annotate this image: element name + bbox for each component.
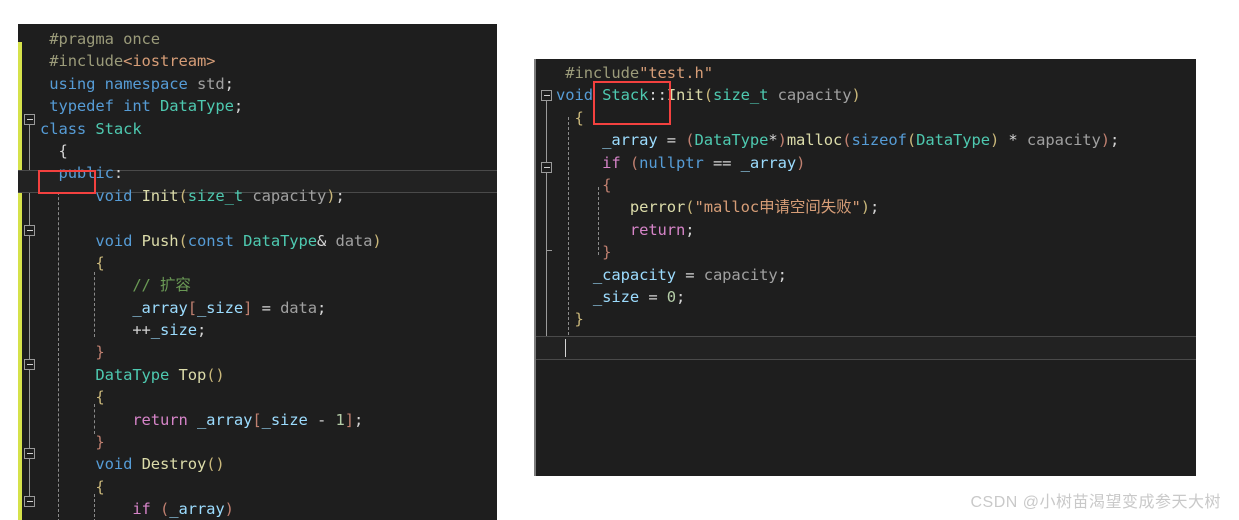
right-code-area[interactable]: #include"test.h" void Stack::Init(size_t… xyxy=(536,59,1196,476)
code-line: } xyxy=(40,343,105,362)
code-line: { xyxy=(556,108,584,127)
code-line: _array = (DataType*)malloc(sizeof(DataTy… xyxy=(556,131,1120,150)
code-line: return; xyxy=(556,220,695,239)
code-line: { xyxy=(40,141,68,160)
code-line: { xyxy=(40,388,105,407)
code-line: #pragma once xyxy=(40,30,161,48)
code-line: // 扩容 xyxy=(40,276,191,295)
code-line: _array[_size] = data; xyxy=(40,298,327,317)
csdn-watermark: CSDN @小树苗渴望变成参天大树 xyxy=(970,494,1221,511)
code-line: _size = 0; xyxy=(556,287,686,306)
source-file-editor-pane[interactable]: #include"test.h" void Stack::Init(size_t… xyxy=(534,59,1196,476)
code-line: void Destroy() xyxy=(40,455,225,474)
code-line: public: xyxy=(40,164,124,183)
code-line: { xyxy=(40,253,105,272)
code-line: void Init(size_t capacity); xyxy=(40,186,345,205)
code-line: DataType Top() xyxy=(40,365,225,384)
code-line: #include"test.h" xyxy=(556,64,713,82)
code-line: } xyxy=(556,310,584,329)
code-line: if (_array) xyxy=(40,500,234,519)
code-line: class Stack xyxy=(40,119,142,138)
code-line: void Push(const DataType& data) xyxy=(40,231,382,250)
code-line: perror("malloc申请空间失败"); xyxy=(556,198,880,217)
code-line: return _array[_size - 1]; xyxy=(40,410,364,429)
code-line: } xyxy=(556,243,612,262)
code-line: using namespace std; xyxy=(40,74,234,93)
text-caret xyxy=(565,339,566,357)
code-line: typedef int DataType; xyxy=(40,97,244,116)
code-line: { xyxy=(556,175,612,194)
code-line: _capacity = capacity; xyxy=(556,265,787,284)
header-file-editor-pane[interactable]: #pragma once #include<iostream> using na… xyxy=(18,24,497,520)
code-line: if (nullptr == _array) xyxy=(556,153,806,172)
left-code-area[interactable]: #pragma once #include<iostream> using na… xyxy=(18,24,497,520)
code-line: #include<iostream> xyxy=(40,52,216,71)
code-line: ++_size; xyxy=(40,321,207,340)
code-line: void Stack::Init(size_t capacity) xyxy=(556,86,861,105)
code-line: } xyxy=(40,433,105,452)
code-line: { xyxy=(40,477,105,496)
